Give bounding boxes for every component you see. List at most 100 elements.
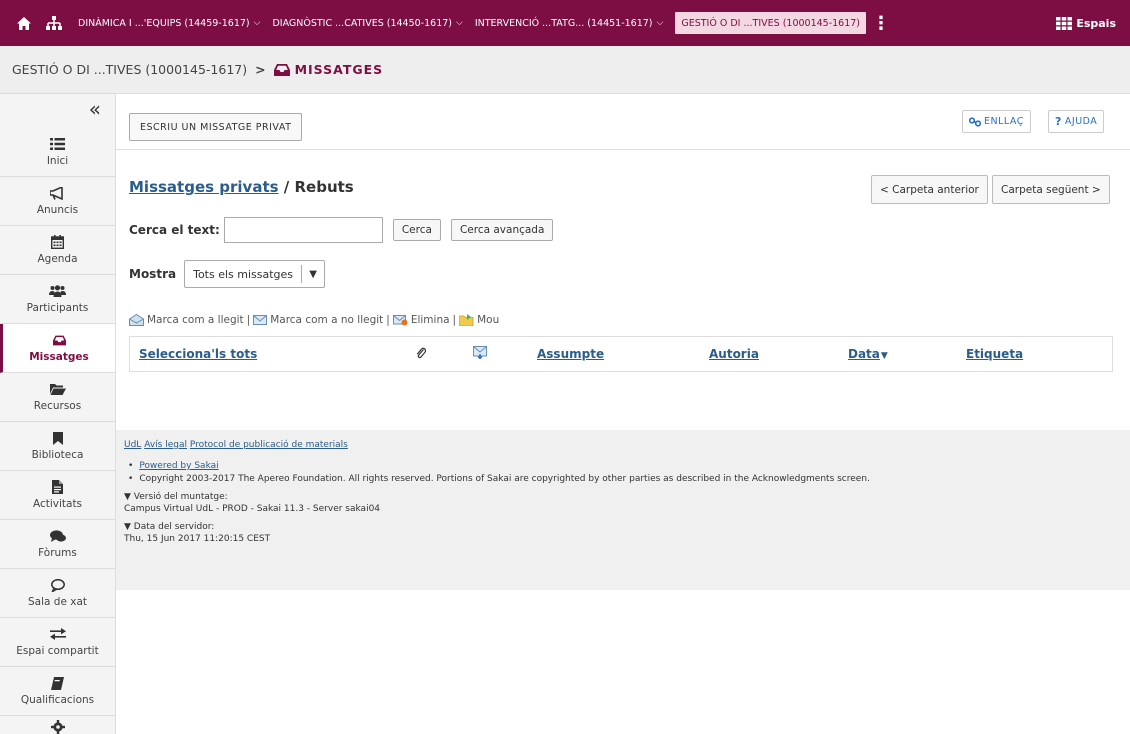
site-tab-diagnostic[interactable]: DIAGNÒSTIC ...CATIVES (14450-1617) ⌵ — [266, 0, 468, 46]
sidebar-item-missatges[interactable]: Missatges — [0, 324, 115, 373]
envelope-icon — [253, 315, 268, 325]
powered-by-sakai-link[interactable]: Powered by Sakai — [139, 461, 218, 471]
gear-icon — [50, 720, 65, 734]
main-content: ESCRIU UN MISSATGE PRIVAT ENLLAÇ ? AJUDA… — [116, 94, 1130, 734]
tool-toolbar: ESCRIU UN MISSATGE PRIVAT ENLLAÇ ? AJUDA — [116, 94, 1130, 150]
attachment-icon[interactable] — [416, 347, 427, 362]
grid-icon — [1056, 16, 1073, 30]
link-button[interactable]: ENLLAÇ — [962, 110, 1031, 133]
show-filter-select[interactable]: Tots els missatges ▼ — [184, 260, 326, 288]
espais-button[interactable]: Espais — [1056, 0, 1116, 46]
home-icon[interactable] — [0, 0, 36, 46]
sidebar-item-participants[interactable]: Participants — [0, 275, 115, 324]
comments-icon — [49, 529, 66, 543]
footer-link-protocol[interactable]: Protocol de publicació de materials — [190, 440, 348, 450]
top-navigation-bar: DINÀMICA I ...'EQUIPS (14459-1617) ⌵ DIAG… — [0, 0, 1130, 46]
breadcrumb-separator: > — [255, 62, 266, 77]
breadcrumb-site[interactable]: GESTIÓ O DI ...TIVES (1000145-1617) — [12, 62, 247, 77]
subject-column-header[interactable]: Assumpte — [537, 347, 604, 361]
write-private-message-button[interactable]: ESCRIU UN MISSATGE PRIVAT — [129, 113, 303, 141]
build-info-toggle[interactable]: ▼ Versió del muntatge: — [124, 492, 1130, 502]
sidebar-item-biblioteca[interactable]: Biblioteca — [0, 422, 115, 471]
inbox-icon — [52, 333, 66, 347]
footer-copyright: Copyright 2003-2017 The Apereo Foundatio… — [128, 474, 1130, 484]
caret-down-icon: ▼ — [309, 268, 317, 280]
sidebar-item-recursos[interactable]: Recursos — [0, 373, 115, 422]
megaphone-icon — [50, 186, 65, 200]
site-tab-intervencio[interactable]: INTERVENCIÓ ...TATG... (14451-1617) ⌵ — [469, 0, 670, 46]
sidebar-item-anuncis[interactable]: Anuncis — [0, 177, 115, 226]
sidebar-item-activitats[interactable]: Activitats — [0, 471, 115, 520]
build-info-value: Campus Virtual UdL - PROD - Sakai 11.3 -… — [124, 504, 381, 514]
users-icon — [49, 284, 66, 298]
book-icon — [51, 676, 64, 690]
chevron-down-icon: ⌵ — [656, 18, 664, 28]
footer-link-legal[interactable]: Avís legal — [144, 440, 187, 450]
author-column-header[interactable]: Autoria — [709, 347, 759, 361]
inbox-icon — [273, 63, 290, 76]
chat-bubble-icon — [50, 578, 65, 592]
calendar-icon — [51, 235, 64, 249]
page-title: Missatges privats / Rebuts — [129, 178, 354, 196]
reply-status-icon[interactable] — [473, 346, 487, 362]
page-footer: UdL Avís legal Protocol de publicació de… — [116, 430, 1130, 590]
move-folder-icon — [459, 314, 474, 326]
footer-links: UdL Avís legal Protocol de publicació de… — [124, 440, 1130, 450]
sidebar-item-sala-de-xat[interactable]: Sala de xat — [0, 569, 115, 618]
list-icon — [50, 137, 65, 151]
exchange-icon — [49, 627, 66, 641]
search-input[interactable] — [223, 217, 383, 243]
move-action[interactable]: Mou — [477, 314, 499, 326]
bookmark-icon — [52, 431, 63, 445]
sidebar-item-agenda[interactable]: Agenda — [0, 226, 115, 275]
search-label: Cerca el text: — [129, 223, 220, 237]
next-folder-button[interactable]: Carpeta següent > — [992, 175, 1110, 204]
search-row: Cerca el text: Cerca Cerca avançada — [129, 217, 554, 243]
footer-list: Powered by Sakai Copyright 2003-2017 The… — [128, 461, 1130, 484]
sitemap-icon[interactable] — [36, 0, 72, 46]
search-button[interactable]: Cerca — [392, 219, 441, 241]
folder-open-icon — [49, 382, 66, 396]
server-date-toggle[interactable]: ▼ Data del servidor: — [124, 522, 1130, 532]
show-filter-value: Tots els missatges — [185, 265, 303, 283]
footer-powered: Powered by Sakai — [128, 461, 1130, 471]
site-tab-dinamica[interactable]: DINÀMICA I ...'EQUIPS (14459-1617) ⌵ — [72, 0, 266, 46]
sidebar-item-forums[interactable]: Fòrums — [0, 520, 115, 569]
footer-link-udl[interactable]: UdL — [124, 440, 141, 450]
messages-table-header: Selecciona'ls tots Assumpte Autoria Data… — [129, 336, 1113, 372]
sidebar-item-espai-compartit[interactable]: Espai compartit — [0, 618, 115, 667]
chevron-down-icon: ⌵ — [253, 18, 261, 28]
server-date-info: ▼ Data del servidor: Thu, 15 Jun 2017 11… — [124, 522, 1130, 544]
message-actions: Marca com a llegit | Marca com a no lleg… — [129, 314, 499, 326]
envelope-delete-icon — [392, 314, 408, 326]
link-icon — [969, 116, 981, 127]
mark-unread-action[interactable]: Marca com a no llegit — [270, 314, 383, 326]
delete-action[interactable]: Elimina — [411, 314, 450, 326]
sidebar-item-settings[interactable] — [0, 716, 115, 734]
breadcrumb: GESTIÓ O DI ...TIVES (1000145-1617) > MI… — [0, 46, 1130, 94]
help-button[interactable]: ? AJUDA — [1048, 110, 1105, 133]
server-date-value: Thu, 15 Jun 2017 11:20:15 CEST — [124, 534, 271, 544]
advanced-search-button[interactable]: Cerca avançada — [450, 219, 554, 241]
sidebar-item-qualificacions[interactable]: Qualificacions — [0, 667, 115, 716]
more-sites-icon[interactable]: ⋮ — [870, 13, 892, 34]
build-info: ▼ Versió del muntatge: Campus Virtual Ud… — [124, 492, 1130, 514]
sidebar-item-inici[interactable]: Inici — [0, 128, 115, 177]
file-text-icon — [52, 480, 63, 494]
tool-sidebar: « Inici Anuncis Agenda Participants Miss… — [0, 94, 116, 734]
breadcrumb-tool: MISSATGES — [273, 62, 384, 77]
date-column-header[interactable]: Data▼ — [848, 347, 888, 361]
collapse-sidebar-icon[interactable]: « — [0, 94, 115, 128]
label-column-header[interactable]: Etiqueta — [966, 347, 1023, 361]
envelope-open-icon — [129, 314, 144, 326]
mark-read-action[interactable]: Marca com a llegit — [147, 314, 244, 326]
site-tab-current[interactable]: GESTIÓ O DI ...TIVES (1000145-1617) — [675, 12, 867, 34]
sort-desc-icon: ▼ — [880, 351, 888, 361]
private-messages-link[interactable]: Missatges privats — [129, 178, 279, 196]
show-filter-row: Mostra Tots els missatges ▼ — [129, 260, 326, 288]
select-all-link[interactable]: Selecciona'ls tots — [139, 347, 257, 361]
show-label: Mostra — [129, 267, 177, 281]
previous-folder-button[interactable]: < Carpeta anterior — [871, 175, 988, 204]
question-icon: ? — [1055, 115, 1062, 128]
chevron-down-icon: ⌵ — [455, 18, 463, 28]
